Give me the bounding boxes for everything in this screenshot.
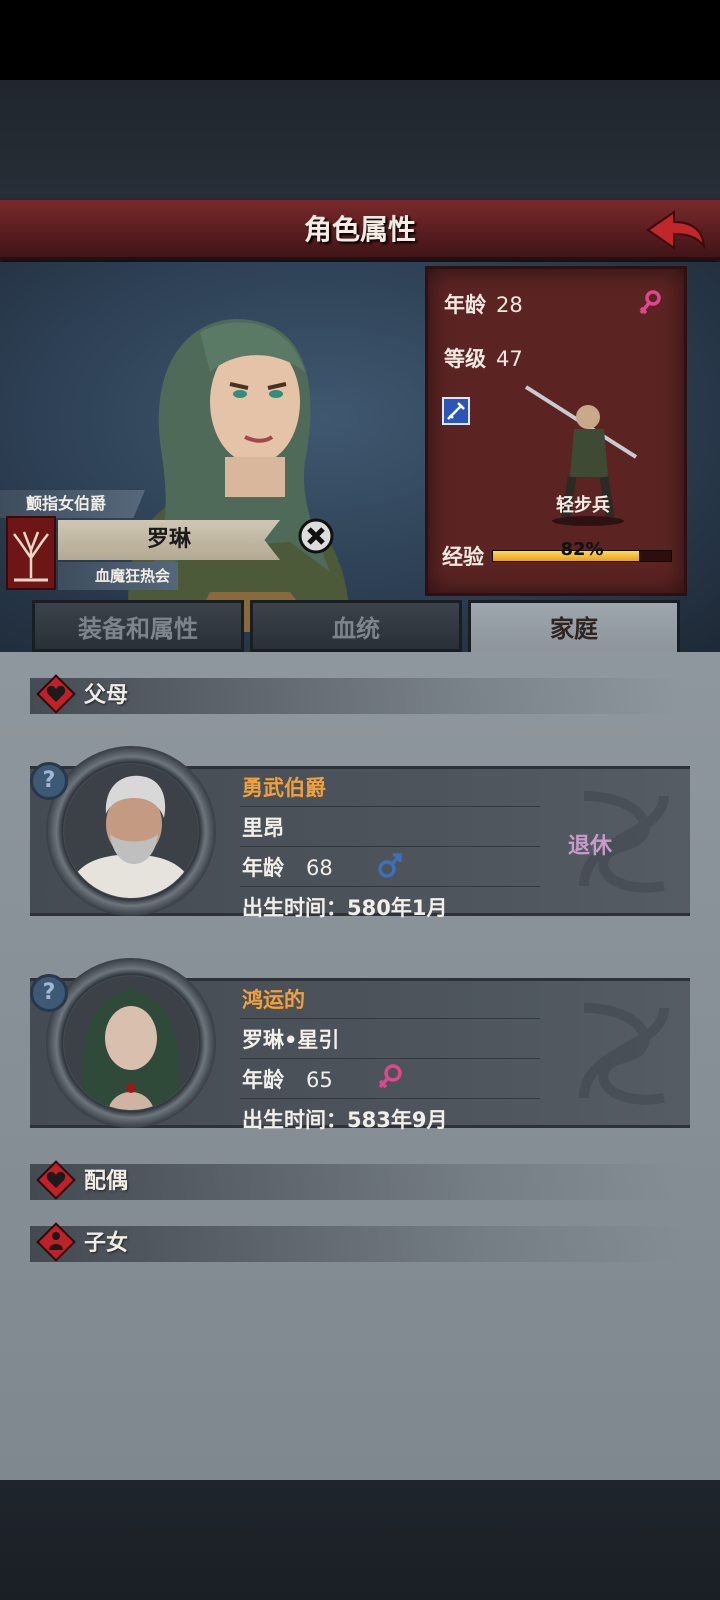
- family-content: 父母 ? 勇武伯爵 里昂 年龄 68 出生时间：580年1月 退休 ? 鸿运的 …: [0, 652, 720, 1480]
- spouse-section-header: 配偶: [30, 1160, 680, 1200]
- mother-birth: 出生时间：583年9月: [242, 1108, 448, 1132]
- retired-status: 退休: [568, 834, 613, 859]
- father-age-label: 年龄: [242, 856, 284, 880]
- tab-equipment[interactable]: 装备和属性: [32, 600, 244, 652]
- close-icon[interactable]: [298, 518, 334, 554]
- mother-avatar[interactable]: [46, 958, 216, 1128]
- female-icon: [378, 1064, 402, 1089]
- age-label: 年龄: [444, 293, 486, 317]
- mother-portrait: [64, 976, 198, 1110]
- page-title: 角色属性: [303, 213, 416, 246]
- father-name: 里昂: [242, 816, 284, 840]
- male-icon: [378, 853, 402, 878]
- father-age-row: 年龄 68: [242, 852, 333, 882]
- sword-class-icon[interactable]: [442, 397, 470, 425]
- celtic-knot-icon: [579, 1003, 669, 1105]
- bottom-backdrop: [0, 1480, 720, 1600]
- level-value: 47: [496, 347, 523, 371]
- children-label: 子女: [84, 1231, 129, 1256]
- level-label: 等级: [444, 347, 486, 371]
- father-birth: 出生时间：580年1月: [242, 896, 448, 920]
- father-avatar[interactable]: [46, 746, 216, 916]
- tab-bar: 装备和属性 血统 家庭: [0, 600, 720, 652]
- father-title: 勇武伯爵: [242, 776, 326, 800]
- parent-card-mother[interactable]: ? 鸿运的 罗琳•星引 年龄 65 出生时间：583年9月: [30, 958, 690, 1132]
- top-backdrop: [0, 80, 720, 200]
- spouse-label: 配偶: [84, 1169, 129, 1194]
- header-bar: 角色属性: [0, 200, 720, 260]
- tab-bloodline[interactable]: 血统: [250, 600, 462, 652]
- female-icon: [639, 290, 661, 315]
- xp-label: 经验: [442, 545, 484, 569]
- children-section-header: 子女: [30, 1222, 680, 1262]
- status-bar: [0, 0, 720, 80]
- age-row: 年龄 28: [444, 289, 523, 319]
- mother-age-value: 65: [306, 1068, 333, 1092]
- age-value: 28: [496, 293, 523, 317]
- character-panel: 颤指女伯爵 罗琳 血魔狂热会 年龄 28 等级 47 轻步兵 经验 82%: [0, 262, 720, 652]
- mother-title: 鸿运的: [242, 988, 305, 1012]
- father-age-value: 68: [306, 856, 333, 880]
- character-name: 罗琳: [58, 520, 280, 560]
- parents-label: 父母: [84, 683, 129, 708]
- mother-age-row: 年龄 65: [242, 1064, 333, 1094]
- parents-section-header: 父母: [30, 674, 680, 714]
- guild-crest-icon[interactable]: [6, 516, 56, 590]
- question-icon[interactable]: ?: [30, 974, 68, 1012]
- xp-percent: 82%: [560, 539, 604, 560]
- guild-name: 血魔狂热会: [58, 562, 178, 590]
- heart-icon: [36, 674, 76, 714]
- mother-age-label: 年龄: [242, 1068, 284, 1092]
- back-arrow-icon[interactable]: [644, 208, 708, 252]
- heart-icon: [36, 1160, 76, 1200]
- stats-card: 年龄 28 等级 47 轻步兵 经验 82%: [425, 266, 687, 596]
- father-portrait: [64, 764, 198, 898]
- class-name: 轻步兵: [556, 495, 610, 516]
- mother-name: 罗琳•星引: [242, 1028, 340, 1052]
- level-row: 等级 47: [444, 343, 523, 373]
- parent-card-father[interactable]: ? 勇武伯爵 里昂 年龄 68 出生时间：580年1月 退休: [30, 746, 690, 920]
- tab-family[interactable]: 家庭: [468, 600, 680, 652]
- question-icon[interactable]: ?: [30, 762, 68, 800]
- child-icon: [36, 1222, 76, 1262]
- character-title: 颤指女伯爵: [0, 490, 145, 518]
